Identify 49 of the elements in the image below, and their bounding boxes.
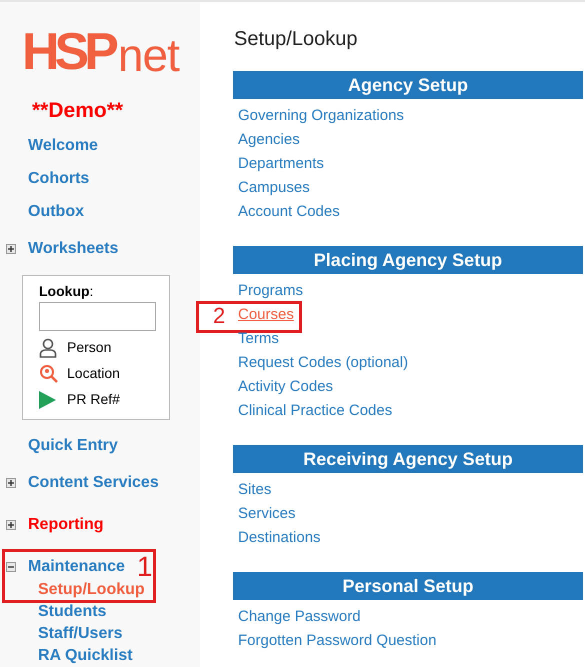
setup-link[interactable]: Programs [238, 280, 304, 302]
collapse-icon[interactable] [6, 562, 16, 572]
person-icon[interactable] [39, 338, 57, 358]
nav-link[interactable]: Content Services [28, 471, 159, 495]
expand-icon[interactable] [6, 478, 16, 488]
setup-link[interactable]: Courses [238, 304, 294, 326]
expand-icon[interactable] [6, 520, 16, 530]
nav-link[interactable]: Outbox [28, 200, 84, 224]
setup-link[interactable]: Account Codes [238, 200, 340, 224]
magnifier-pin-icon[interactable] [39, 364, 59, 384]
lookup-option[interactable]: Person [67, 337, 112, 358]
nav-link[interactable]: Cohorts [28, 167, 90, 191]
setup-link[interactable]: Sites [238, 478, 272, 502]
setup-link[interactable]: Terms [238, 328, 279, 350]
logo: HSPnet [22, 26, 180, 78]
setup-link[interactable]: Forgotten Password Question [238, 630, 436, 652]
setup-link[interactable]: Request Codes (optional) [238, 352, 408, 374]
demo-label: **Demo** [32, 98, 124, 124]
play-icon[interactable] [39, 390, 56, 408]
sub-nav-link[interactable]: Setup/Lookup [0, 579, 200, 601]
nav-link[interactable]: Quick Entry [28, 434, 118, 458]
setup-link[interactable]: Campuses [238, 176, 310, 200]
lookup-label: Lookup: [39, 282, 94, 300]
nav-link[interactable]: Reporting [28, 513, 104, 537]
nav-link[interactable]: Welcome [28, 134, 98, 158]
setup-link[interactable]: Activity Codes [238, 376, 334, 398]
sub-nav-link[interactable]: Staff/Users [0, 623, 200, 645]
setup-link[interactable]: Departments [238, 152, 324, 176]
nav-link[interactable]: Maintenance [28, 555, 125, 579]
setup-link[interactable]: Change Password [238, 606, 361, 628]
sub-nav-link[interactable]: Students [0, 601, 200, 623]
section-header: Personal Setup [233, 572, 583, 600]
expand-icon[interactable] [6, 244, 16, 254]
section-header: Receiving Agency Setup [233, 445, 583, 473]
sub-nav-link[interactable]: RA Quicklist [0, 645, 200, 667]
annotation-number: 1 [136, 553, 152, 581]
setup-link[interactable]: Destinations [238, 526, 321, 550]
setup-link[interactable]: Governing Organizations [238, 104, 404, 128]
lookup-field[interactable] [39, 302, 156, 331]
setup-link[interactable]: Agencies [238, 128, 300, 152]
nav-link[interactable]: Worksheets [28, 237, 118, 261]
lookup-option[interactable]: PR Ref# [67, 389, 120, 410]
section-header: Agency Setup [233, 71, 583, 99]
section-header: Placing Agency Setup [233, 246, 583, 274]
setup-link[interactable]: Services [238, 502, 296, 526]
annotation-number: 2 [213, 303, 226, 329]
page-title: Setup/Lookup [234, 27, 358, 52]
lookup-option[interactable]: Location [67, 363, 120, 384]
setup-link[interactable]: Clinical Practice Codes [238, 400, 392, 422]
